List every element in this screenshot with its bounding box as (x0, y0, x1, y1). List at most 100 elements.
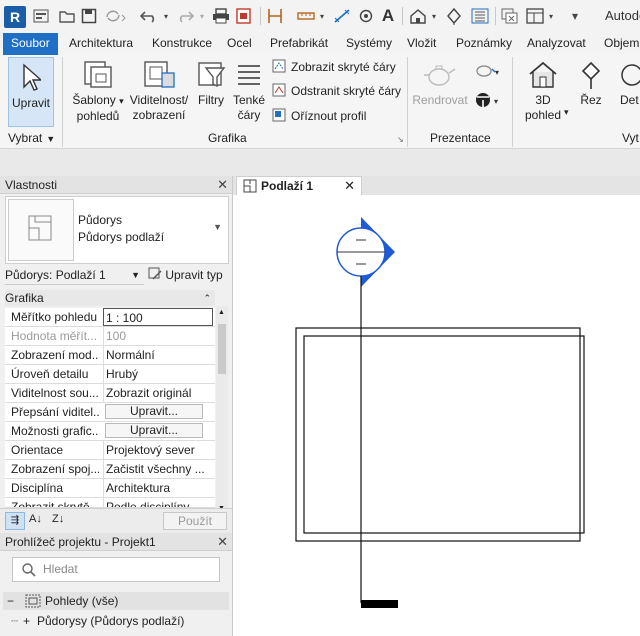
close-icon[interactable]: ✕ (217, 176, 228, 194)
open-icon[interactable] (58, 5, 76, 27)
property-value[interactable]: Normální (103, 346, 213, 364)
view-tab-level-1[interactable]: Podlaží 1 ✕ (236, 176, 362, 195)
home-dropdown-icon[interactable]: ▾ (430, 5, 438, 27)
detail-view-button[interactable]: Det (614, 57, 640, 127)
view-scale-input[interactable]: 1 : 100 (103, 308, 213, 326)
apply-button[interactable]: Použít (163, 512, 227, 530)
views-icon (25, 594, 41, 608)
modify-button[interactable]: Upravit (8, 57, 54, 127)
close-windows-icon[interactable] (500, 5, 520, 27)
text-icon[interactable]: A (379, 5, 397, 27)
property-value[interactable]: Projektový sever (103, 441, 213, 459)
property-name: Zobrazení mod... (11, 348, 99, 362)
remove-hidden-lines-label: Odstranit skryté čáry (291, 83, 402, 98)
home-3d-icon[interactable] (408, 5, 428, 27)
3d-view-dropdown-icon[interactable]: ▾ (564, 107, 569, 118)
instance-selector[interactable]: Půdorys: Podlaží 1 ▼ (5, 265, 144, 285)
redo-dropdown-icon[interactable]: ▾ (198, 5, 206, 27)
customize-toolbar-icon[interactable]: ▾ (565, 5, 585, 27)
drawing-canvas[interactable] (233, 195, 640, 636)
browser-search-input[interactable]: Hledat (12, 557, 220, 582)
graphic-display-edit-button[interactable]: Upravit... (105, 423, 203, 438)
tab-structure[interactable]: Konstrukce (152, 33, 212, 55)
type-family: Půdorys podlaží (78, 230, 165, 244)
type-selector[interactable]: Půdorys Půdorys podlaží ▼ (5, 196, 229, 264)
properties-title: Vlastnosti (5, 178, 58, 192)
switch-windows-dropdown-icon[interactable]: ▾ (547, 5, 555, 27)
property-value[interactable]: Podle disciplíny (103, 498, 213, 507)
print-icon[interactable] (211, 5, 231, 27)
redo-icon[interactable] (174, 5, 196, 27)
close-icon[interactable]: ✕ (344, 177, 355, 195)
collapse-icon[interactable]: − (7, 592, 14, 610)
sheet-icon[interactable] (234, 5, 254, 27)
tab-massing[interactable]: Objem (604, 33, 639, 55)
section-line-end-tail[interactable] (361, 600, 398, 608)
render-button[interactable]: Rendrovat (412, 57, 468, 127)
wall-outer[interactable] (295, 327, 581, 542)
property-value[interactable]: Začistit všechny ... (103, 460, 213, 478)
panel-separator (407, 57, 408, 147)
thin-lines-label-2: čáry (237, 108, 261, 122)
3d-view-button[interactable]: 3D pohled (516, 57, 570, 129)
sync-icon[interactable] (104, 5, 128, 27)
scrollbar-thumb[interactable] (218, 324, 226, 374)
tree-node-views[interactable]: − Pohledy (vše) (3, 592, 229, 610)
sort-categories-icon[interactable]: ⇶ (5, 512, 25, 530)
undo-icon[interactable] (138, 5, 160, 27)
show-hidden-lines-label: Zobrazit skryté čáry (291, 59, 396, 74)
elevation-marker[interactable] (336, 217, 395, 287)
svg-text:▾: ▾ (494, 97, 498, 106)
switch-windows-icon[interactable] (525, 5, 545, 27)
view-templates-button[interactable]: Šablony ▾ pohledů (70, 57, 126, 127)
visibility-graphics-button[interactable]: Viditelnost/ zobrazení (126, 57, 192, 127)
close-icon[interactable]: ✕ (217, 533, 228, 551)
tab-steel[interactable]: Ocel (227, 33, 252, 55)
edit-type-button[interactable]: Upravit typ (148, 265, 228, 285)
align-dimension-icon[interactable] (265, 5, 285, 27)
dialog-launcher-icon[interactable]: ↘ (397, 135, 404, 144)
property-group-graphics[interactable]: Grafika ⌃ (5, 290, 215, 306)
tab-architecture[interactable]: Architektura (69, 33, 133, 55)
render-settings-icon: ▾ (476, 93, 498, 107)
tab-file[interactable]: Soubor (3, 33, 58, 55)
render-gallery-button[interactable]: ▾ (472, 63, 502, 83)
vg-overrides-edit-button[interactable]: Upravit... (105, 404, 203, 419)
app-logo[interactable]: R (4, 6, 26, 28)
section-button[interactable]: Řez (574, 57, 608, 127)
dimension-icon[interactable] (332, 5, 352, 27)
tab-insert[interactable]: Vložit (407, 33, 436, 55)
panel-title-select[interactable]: Vybrat ▼ (8, 131, 55, 145)
scroll-up-icon[interactable]: ▲ (218, 309, 226, 316)
render-label: Rendrovat (412, 93, 468, 107)
tag-icon[interactable] (356, 5, 376, 27)
undo-dropdown-icon[interactable]: ▾ (162, 5, 170, 27)
tree-node-floor-plans[interactable]: ┄ + Půdorysy (Půdorys podlaží) (3, 612, 229, 630)
render-settings-button[interactable]: ▾ (472, 91, 502, 111)
thin-lines-button[interactable]: Tenké čáry (230, 57, 268, 127)
expand-icon[interactable]: + (23, 612, 30, 630)
tab-precast[interactable]: Prefabrikát (270, 33, 328, 55)
property-value[interactable]: Zobrazit originál (103, 384, 213, 402)
tab-annotate[interactable]: Poznámky (456, 33, 512, 55)
measure-dropdown-icon[interactable]: ▾ (318, 5, 326, 27)
panel-title-presentation: Prezentace (430, 131, 491, 145)
remove-hidden-lines-command[interactable]: Odstranit skryté čáry (272, 83, 401, 98)
tab-analyze[interactable]: Analyzovat (527, 33, 586, 55)
sort-ascending-icon[interactable]: A↓ (29, 513, 42, 525)
thin-lines-icon[interactable] (470, 5, 490, 27)
section-icon[interactable] (444, 5, 464, 27)
sort-descending-icon[interactable]: Z↓ (52, 513, 64, 525)
search-placeholder: Hledat (43, 562, 78, 576)
property-value[interactable]: Hrubý (103, 365, 213, 383)
property-value[interactable]: Architektura (103, 479, 213, 497)
save-icon[interactable] (80, 5, 98, 27)
info-center-icon[interactable] (32, 5, 50, 27)
cut-profile-command[interactable]: Oříznout profil (272, 108, 366, 123)
measure-icon[interactable] (295, 5, 317, 27)
show-hidden-lines-command[interactable]: Zobrazit skryté čáry (272, 59, 396, 74)
filters-button[interactable]: Filtry (194, 57, 228, 127)
wall-inner[interactable] (303, 335, 585, 534)
tab-systems[interactable]: Systémy (346, 33, 392, 55)
properties-scrollbar[interactable]: ▲ ▼ (216, 306, 228, 516)
